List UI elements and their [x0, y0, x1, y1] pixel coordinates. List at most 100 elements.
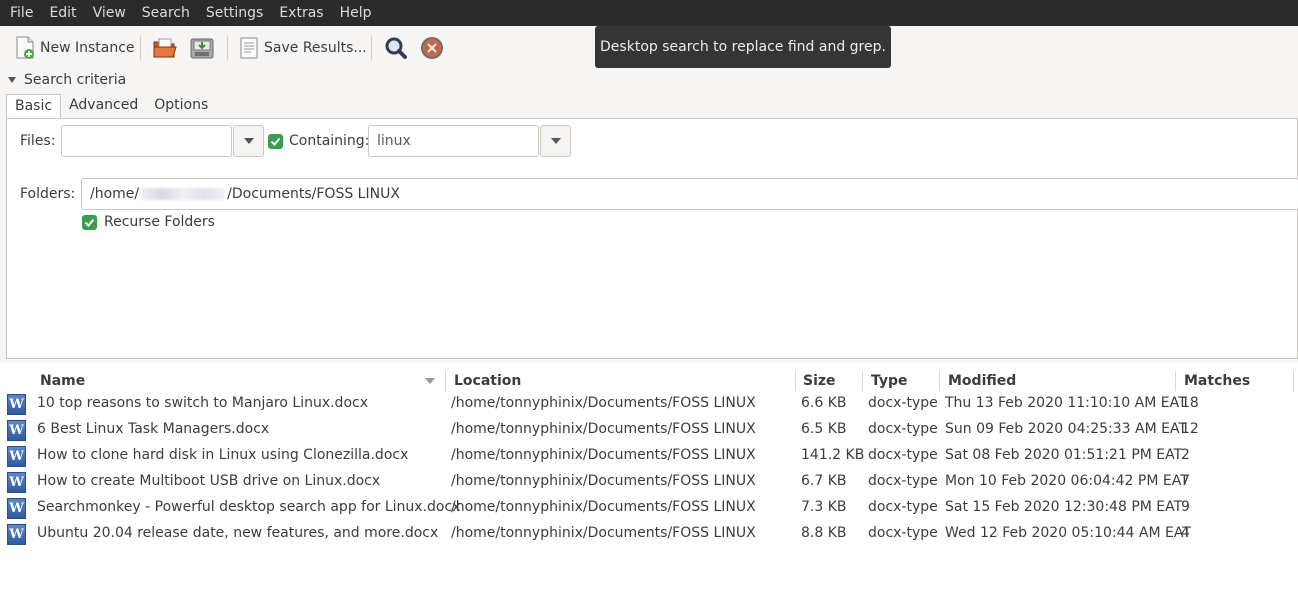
- menu-search[interactable]: Search: [136, 5, 196, 21]
- word-document-icon: W: [7, 524, 26, 545]
- tab-basic[interactable]: Basic: [6, 94, 62, 121]
- cell-type: docx-type: [868, 499, 938, 515]
- containing-label: Containing:: [289, 133, 370, 149]
- checkmark-icon: [84, 218, 95, 227]
- column-separator[interactable]: [939, 371, 940, 391]
- word-document-icon: W: [7, 446, 26, 467]
- toolbar-separator: [227, 36, 228, 60]
- column-separator[interactable]: [1175, 371, 1176, 391]
- folders-path-suffix: /Documents/FOSS LINUX: [227, 186, 400, 202]
- menu-file[interactable]: File: [4, 5, 39, 21]
- open-folder-icon: [153, 38, 177, 58]
- menu-edit[interactable]: Edit: [43, 5, 82, 21]
- cell-type: docx-type: [868, 447, 938, 463]
- cell-size: 6.6 KB: [801, 395, 847, 411]
- redacted-username: [141, 188, 226, 200]
- cell-name: Ubuntu 20.04 release date, new features,…: [37, 525, 439, 541]
- save-button[interactable]: [189, 34, 215, 62]
- table-row[interactable]: W How to create Multiboot USB drive on L…: [0, 469, 1298, 495]
- column-header-size[interactable]: Size: [803, 369, 836, 393]
- column-header-modified[interactable]: Modified: [948, 369, 1016, 393]
- cell-name: 10 top reasons to switch to Manjaro Linu…: [37, 395, 368, 411]
- menu-settings[interactable]: Settings: [200, 5, 269, 21]
- column-header-name[interactable]: Name: [40, 369, 85, 393]
- column-header-location[interactable]: Location: [454, 369, 521, 393]
- cell-modified: Thu 13 Feb 2020 11:10:10 AM EAT: [945, 395, 1187, 411]
- magnifier-icon: [385, 37, 407, 59]
- cell-type: docx-type: [868, 473, 938, 489]
- recurse-folders-checkbox[interactable]: [82, 215, 97, 230]
- cell-location: /home/tonnyphinix/Documents/FOSS LINUX: [451, 525, 756, 541]
- cell-type: docx-type: [868, 395, 938, 411]
- column-separator[interactable]: [795, 371, 796, 391]
- cell-matches: 18: [1181, 395, 1199, 411]
- save-results-button[interactable]: Save Results...: [238, 34, 367, 62]
- containing-checkbox[interactable]: [268, 134, 283, 149]
- cell-modified: Sat 08 Feb 2020 01:51:21 PM EAT: [945, 447, 1183, 463]
- cell-modified: Sun 09 Feb 2020 04:25:33 AM EAT: [945, 421, 1187, 437]
- word-document-icon: W: [7, 420, 26, 441]
- table-row[interactable]: W How to clone hard disk in Linux using …: [0, 443, 1298, 469]
- cell-matches: 7: [1181, 473, 1190, 489]
- table-row[interactable]: W Ubuntu 20.04 release date, new feature…: [0, 521, 1298, 547]
- expander-arrow-icon: [8, 77, 16, 83]
- column-separator[interactable]: [1293, 371, 1294, 391]
- folders-input[interactable]: /home/ /Documents/FOSS LINUX: [81, 178, 1298, 210]
- cell-modified: Wed 12 Feb 2020 05:10:44 AM EAT: [945, 525, 1191, 541]
- new-document-icon: [16, 36, 34, 59]
- menu-help[interactable]: Help: [334, 5, 378, 21]
- table-row[interactable]: W 6 Best Linux Task Managers.docx /home/…: [0, 417, 1298, 443]
- chevron-down-icon: [550, 138, 561, 144]
- recurse-folders-label: Recurse Folders: [104, 214, 215, 230]
- open-button[interactable]: [152, 34, 178, 62]
- cell-modified: Mon 10 Feb 2020 06:04:42 PM EAT: [945, 473, 1189, 489]
- word-document-icon: W: [7, 472, 26, 493]
- cell-size: 6.7 KB: [801, 473, 847, 489]
- files-input[interactable]: [61, 125, 232, 157]
- basic-panel: Files: Containing: Folders: /home/ /Docu…: [6, 118, 1298, 359]
- word-document-icon: W: [7, 498, 26, 519]
- cell-size: 8.8 KB: [801, 525, 847, 541]
- menu-bar: File Edit View Search Settings Extras He…: [0, 0, 1298, 26]
- cell-name: How to create Multiboot USB drive on Lin…: [37, 473, 381, 489]
- cell-location: /home/tonnyphinix/Documents/FOSS LINUX: [451, 499, 756, 515]
- cell-matches: 12: [1181, 421, 1199, 437]
- table-row[interactable]: W Searchmonkey - Powerful desktop search…: [0, 495, 1298, 521]
- results-table: Name Location Size Type Modified Matches…: [0, 363, 1298, 598]
- menu-extras[interactable]: Extras: [273, 5, 329, 21]
- search-button[interactable]: [383, 34, 409, 62]
- stop-button[interactable]: [419, 34, 445, 62]
- new-instance-button[interactable]: New Instance: [14, 34, 135, 62]
- cell-location: /home/tonnyphinix/Documents/FOSS LINUX: [451, 395, 756, 411]
- checkmark-icon: [270, 137, 281, 146]
- cell-location: /home/tonnyphinix/Documents/FOSS LINUX: [451, 421, 756, 437]
- cell-modified: Sat 15 Feb 2020 12:30:48 PM EAT: [945, 499, 1183, 515]
- cell-location: /home/tonnyphinix/Documents/FOSS LINUX: [451, 473, 756, 489]
- tooltip: Desktop search to replace find and grep.: [595, 26, 891, 68]
- cell-location: /home/tonnyphinix/Documents/FOSS LINUX: [451, 447, 756, 463]
- text-file-icon: [240, 37, 258, 59]
- containing-input[interactable]: [368, 125, 539, 157]
- column-header-type[interactable]: Type: [871, 369, 908, 393]
- cell-matches: 2: [1181, 447, 1190, 463]
- menu-view[interactable]: View: [87, 5, 132, 21]
- save-results-label: Save Results...: [264, 40, 367, 56]
- containing-dropdown-button[interactable]: [540, 125, 571, 157]
- toolbar-separator: [371, 36, 372, 60]
- cell-size: 7.3 KB: [801, 499, 847, 515]
- criteria-tabs: Basic Advanced Options: [6, 94, 216, 121]
- tab-options[interactable]: Options: [146, 94, 216, 120]
- toolbar-separator: [140, 36, 141, 60]
- column-separator[interactable]: [862, 371, 863, 391]
- table-row[interactable]: W 10 top reasons to switch to Manjaro Li…: [0, 391, 1298, 417]
- cell-matches: 9: [1181, 499, 1190, 515]
- files-label: Files:: [20, 133, 56, 149]
- files-dropdown-button[interactable]: [233, 125, 264, 157]
- column-separator[interactable]: [445, 371, 446, 391]
- column-header-matches[interactable]: Matches: [1184, 369, 1250, 393]
- cell-name: Searchmonkey - Powerful desktop search a…: [37, 499, 461, 515]
- cell-type: docx-type: [868, 525, 938, 541]
- search-criteria-expander[interactable]: Search criteria: [8, 72, 126, 88]
- cell-size: 6.5 KB: [801, 421, 847, 437]
- tab-advanced[interactable]: Advanced: [61, 94, 146, 120]
